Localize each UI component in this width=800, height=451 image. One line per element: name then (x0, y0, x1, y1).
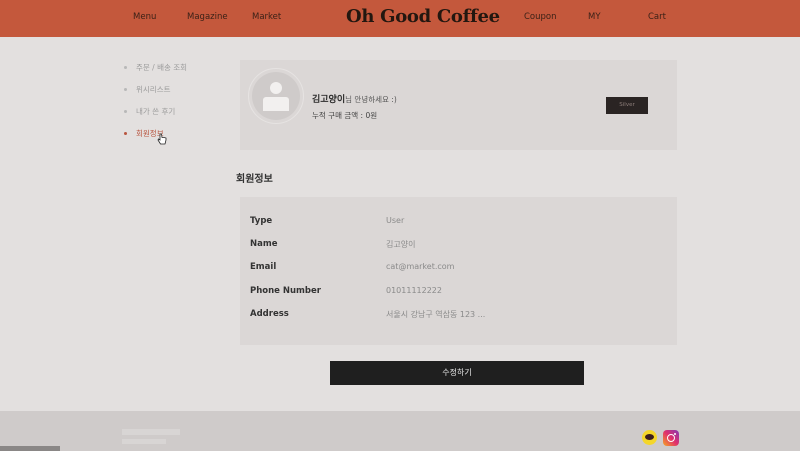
info-label: Phone Number (250, 286, 321, 296)
nav-menu-link[interactable]: Menu (133, 12, 156, 22)
section-title: 회원정보 (236, 174, 273, 185)
info-value: cat@market.com (386, 262, 455, 271)
footer (0, 411, 800, 451)
user-icon-body (263, 97, 289, 111)
sidebar-item-label: 내가 쓴 후기 (136, 107, 176, 116)
info-value: User (386, 216, 405, 225)
instagram-icon[interactable] (663, 430, 679, 446)
user-icon-head (270, 82, 282, 94)
nav-coupon-link[interactable]: Coupon (524, 12, 557, 22)
bullet-icon (124, 88, 127, 91)
sidebar-item-orders[interactable]: 주문 / 배송 조회 (124, 62, 187, 84)
footer-corner-strip (0, 446, 60, 451)
greeting: 김고양이님 안녕하세요 :) (312, 92, 397, 105)
kakao-bubble (645, 434, 654, 440)
info-value: 서울시 강남구 역삼동 123 ... (386, 310, 486, 319)
greeting-suffix: 님 안녕하세요 :) (345, 95, 397, 104)
nav-my-link[interactable]: MY (588, 12, 601, 22)
info-label: Name (250, 239, 278, 249)
sidebar-item-label: 주문 / 배송 조회 (136, 63, 188, 72)
site-logo[interactable]: Oh Good Coffee (346, 6, 500, 27)
kakao-icon[interactable] (642, 430, 657, 445)
instagram-dot (674, 433, 676, 435)
mypage-sidebar: 주문 / 배송 조회 위시리스트 내가 쓴 후기 회원정보 (124, 62, 187, 150)
sidebar-item-reviews[interactable]: 내가 쓴 후기 (124, 106, 187, 128)
footer-text-block (122, 439, 166, 444)
bullet-icon (124, 66, 127, 69)
sidebar-item-wishlist[interactable]: 위시리스트 (124, 84, 187, 106)
total-purchase-amount: 누적 구매 금액 : 0원 (312, 111, 378, 120)
instagram-lens (667, 434, 675, 442)
sidebar-item-member-info[interactable]: 회원정보 (124, 128, 187, 150)
info-value: 김고양이 (386, 240, 416, 249)
info-label: Type (250, 216, 273, 226)
bullet-icon (124, 110, 127, 113)
membership-badge: Silver (606, 97, 648, 114)
edit-profile-button[interactable]: 수정하기 (330, 361, 584, 385)
nav-cart-link[interactable]: Cart (648, 12, 666, 22)
avatar (252, 72, 300, 120)
sidebar-item-label: 위시리스트 (136, 85, 171, 94)
profile-summary-card: 김고양이님 안녕하세요 :) 누적 구매 금액 : 0원 Silver (240, 60, 677, 150)
nav-market-link[interactable]: Market (252, 12, 281, 22)
bullet-icon (124, 132, 127, 135)
footer-text-block (122, 429, 180, 435)
hand-cursor-icon (157, 133, 167, 145)
member-info-card: Type User Name 김고양이 Email cat@market.com… (240, 197, 677, 345)
info-value: 01011112222 (386, 286, 442, 295)
info-label: Email (250, 262, 277, 272)
top-nav-bar: Menu Magazine Market Oh Good Coffee Coup… (0, 0, 800, 37)
username: 김고양이 (312, 95, 346, 105)
nav-magazine-link[interactable]: Magazine (187, 12, 228, 22)
info-label: Address (250, 309, 289, 319)
